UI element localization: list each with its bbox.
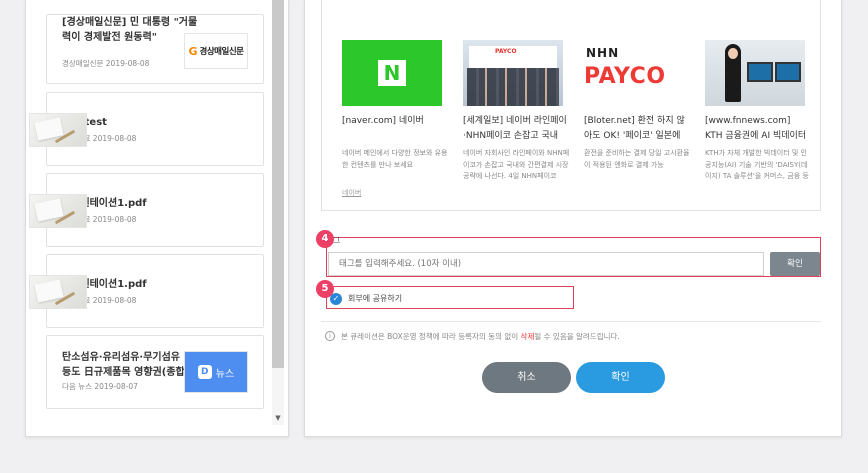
card-meta: 다음 뉴스 2019-08-07 (62, 382, 138, 391)
pdf-thumbnail-image (29, 194, 87, 228)
card-title-line: [경상매일신문] 민 대통령 "거물 (62, 17, 198, 28)
news-title-text: [www.fnnews.com] KTH 금융권에 AI 빅데이터 분석 (705, 116, 807, 141)
list-scrollbar[interactable]: ▼ (272, 0, 284, 425)
news-title-text: [세계일보] 네이버 라인페이·NHN페이코 손잡고 국내 (463, 116, 567, 141)
face-shape (728, 48, 738, 59)
fnnews-thumbnail-image (705, 40, 805, 106)
list-item[interactable]: [경상매일신문] 민 대통령 "거물 력이 경제발전 원동력" 경상매일신문 2… (46, 14, 264, 84)
scroll-down-icon[interactable]: ▼ (272, 412, 284, 424)
card-title: 탄소섬유·유리섬유·무기섬유 등도 日규제품목 영향권(종합) (62, 350, 189, 380)
scrollbar-thumb[interactable] (272, 0, 284, 368)
tag-input[interactable] (328, 252, 764, 276)
monitor-shape (747, 62, 773, 82)
segye-thumbnail-image: PAYCO (463, 40, 563, 106)
pdf-thumbnail-image (29, 275, 87, 309)
kyungsang-logo-icon: G (188, 44, 198, 58)
news-title: [Bloter.net] 환전 하지 않아도 OK! '페이코' 일본에서 (584, 114, 688, 144)
monitor-shape (775, 62, 801, 82)
event-banner: PAYCO (469, 46, 557, 68)
news-carousel: N [naver.com] 네이버 네이버 메인에서 다양한 정보와 유용한 컨… (321, 0, 821, 211)
news-card[interactable]: NHN PAYCO [Bloter.net] 환전 하지 않아도 OK! '페이… (584, 40, 690, 169)
pdf-thumbnail-image (29, 113, 87, 147)
notice-text: 될 수 있음을 알려드립니다. (534, 332, 620, 341)
list-item[interactable]: 탄소섬유·유리섬유·무기섬유 등도 日규제품목 영향권(종합) 다음 뉴스 20… (46, 335, 264, 409)
news-title: [naver.com] 네이버 (342, 116, 424, 126)
news-logo-text: 뉴스 (215, 368, 235, 380)
tag-label: 그 (333, 236, 341, 245)
notice-text: 본 큐레이션은 BOX운영 정책에 따라 등록자의 동의 없이 (341, 332, 521, 341)
news-title: [세계일보] 네이버 라인페이·NHN페이코 손잡고 국내 (463, 114, 567, 144)
list-item[interactable]: 프레젠테이션1.pdf PDF자료 2019-08-08 (29, 173, 264, 247)
card-thumbnail: D 뉴스 (184, 351, 248, 393)
list-item[interactable]: 프레젠테이션1.pdf PDF자료 2019-08-08 (29, 254, 264, 328)
naver-thumbnail-image: N (342, 40, 442, 106)
confirm-button[interactable]: 확인 (576, 362, 665, 393)
nhn-logo-text: NHN (586, 46, 620, 60)
news-title-text: [Bloter.net] 환전 하지 않아도 OK! '페이코' 일본에서 (584, 116, 685, 141)
kyungsang-logo-text: 경상매일신문 (199, 47, 244, 57)
card-title-line: 탄소섬유·유리섬유·무기섬유 (62, 352, 180, 363)
card-title: [경상매일신문] 민 대통령 "거물 력이 경제발전 원동력" (62, 15, 197, 45)
group-photo (467, 68, 559, 106)
notice-highlight: 삭제 (520, 332, 535, 341)
share-label: 회부에 공유하기 (348, 294, 403, 303)
card-title-line: 력이 경제발전 원동력" (62, 32, 157, 43)
payco-thumbnail-image: NHN PAYCO (584, 40, 684, 106)
card-meta: 경상매일신문 2019-08-08 (62, 59, 150, 68)
card-title-line: 등도 日규제품목 영향권(종합) (62, 367, 190, 378)
card-thumbnail: G 경상매일신문 (184, 33, 248, 69)
step-badge-4: 4 (316, 230, 334, 248)
news-title: [www.fnnews.com] KTH 금융권에 AI 빅데이터 분석 (705, 114, 809, 144)
banner-text: PAYCO (495, 48, 517, 55)
daum-logo-icon: D (197, 365, 212, 379)
divider (321, 321, 821, 322)
news-card[interactable]: [www.fnnews.com] KTH 금융권에 AI 빅데이터 분석 KTH… (705, 40, 810, 184)
naver-n-icon: N (378, 60, 406, 86)
news-source-link[interactable]: 네이버 (342, 188, 361, 198)
news-description: 환전을 준비하는 결제 당일 고시환율이 적용된 엔화로 결제 가능 (584, 149, 690, 169)
payco-logo-text: PAYCO (584, 64, 666, 89)
cancel-button[interactable]: 취소 (482, 362, 571, 393)
news-description: KTH가 자체 개발한 빅데이터 및 인공지능(AI) 기술 기반의 'DAIS… (705, 149, 809, 184)
news-card[interactable]: PAYCO [세계일보] 네이버 라인페이·NHN페이코 손잡고 국내 네이버 … (463, 40, 569, 180)
list-item[interactable]: pdf-test PDF자료 2019-08-08 (29, 92, 264, 166)
policy-notice: 본 큐레이션은 BOX운영 정책에 따라 등록자의 동의 없이 삭제될 수 있음… (341, 331, 620, 342)
share-checkbox[interactable]: ✓ (330, 293, 342, 305)
tag-confirm-button[interactable]: 확인 (770, 252, 820, 276)
info-icon: i (325, 331, 335, 341)
news-description: 네이버 자회사인 라인페이와 NHN페이코가 손잡고 국내와 간편결제 시장 공… (463, 149, 570, 180)
news-description: 네이버 메인에서 다양한 정보와 유용한 컨텐츠를 만나 보세요 (342, 149, 448, 169)
